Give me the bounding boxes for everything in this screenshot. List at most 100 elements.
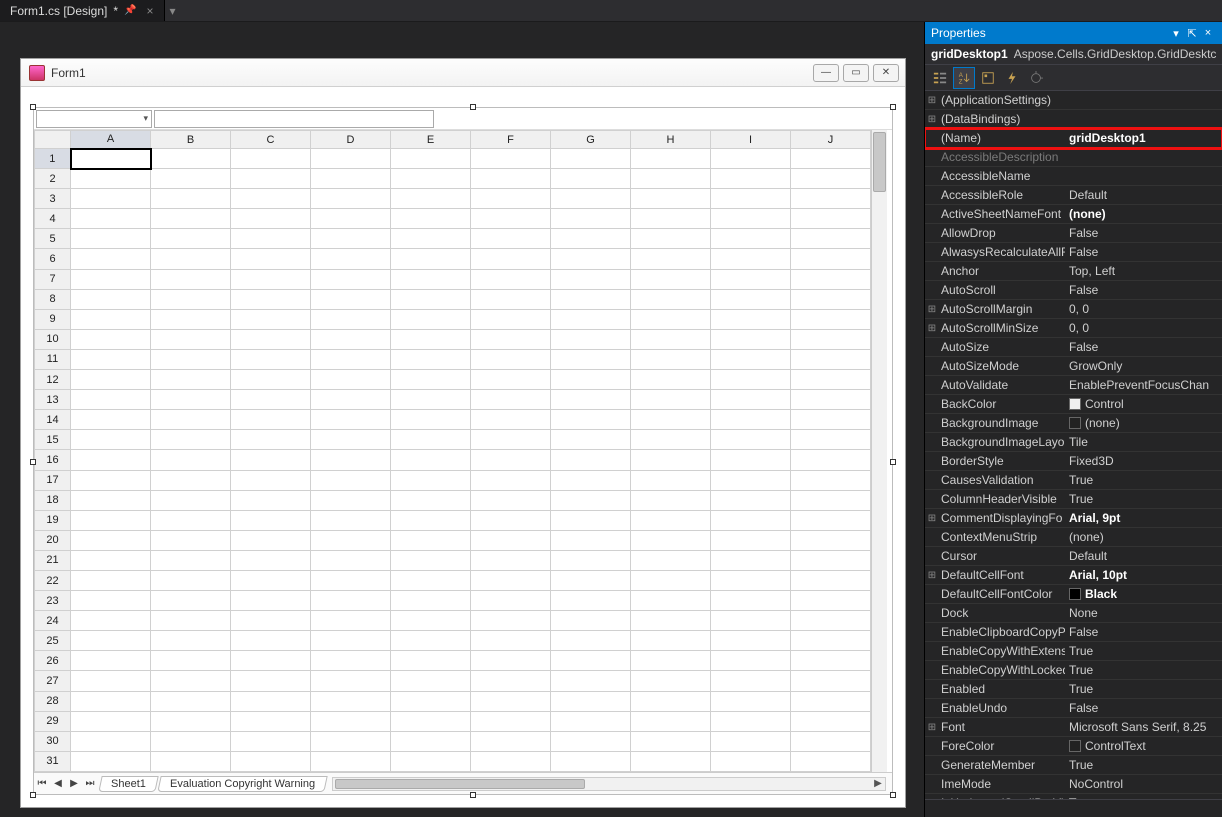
cell[interactable] <box>551 209 631 229</box>
row-header[interactable]: 31 <box>35 751 71 771</box>
cell[interactable] <box>391 631 471 651</box>
expand-toggle[interactable]: ⊞ <box>925 114 939 125</box>
property-value[interactable]: Arial, 10pt <box>1065 568 1222 582</box>
cell[interactable] <box>631 349 711 369</box>
tab-form1-design[interactable]: Form1.cs [Design] * 📌 × <box>0 0 165 21</box>
cell[interactable] <box>711 169 791 189</box>
cell[interactable] <box>551 691 631 711</box>
cell[interactable] <box>631 370 711 390</box>
row-header[interactable]: 1 <box>35 149 71 169</box>
cell[interactable] <box>631 450 711 470</box>
cell[interactable] <box>551 651 631 671</box>
cell[interactable] <box>231 410 311 430</box>
cell[interactable] <box>791 550 871 570</box>
cell[interactable] <box>711 550 791 570</box>
cell[interactable] <box>311 430 391 450</box>
cell[interactable] <box>391 209 471 229</box>
cell[interactable] <box>151 189 231 209</box>
cell[interactable] <box>711 691 791 711</box>
column-header[interactable]: J <box>791 131 871 149</box>
property-row[interactable]: ⊞(DataBindings) <box>925 110 1222 129</box>
cell[interactable] <box>151 309 231 329</box>
cell[interactable] <box>791 470 871 490</box>
property-value[interactable]: True <box>1065 758 1222 772</box>
cell[interactable] <box>311 470 391 490</box>
cell[interactable] <box>391 671 471 691</box>
row-header[interactable]: 12 <box>35 370 71 390</box>
column-header[interactable]: B <box>151 131 231 149</box>
column-header[interactable]: D <box>311 131 391 149</box>
row-header[interactable]: 15 <box>35 430 71 450</box>
cell[interactable] <box>151 390 231 410</box>
cell[interactable] <box>631 229 711 249</box>
cell[interactable] <box>151 631 231 651</box>
cell[interactable] <box>311 731 391 751</box>
row-header[interactable]: 22 <box>35 570 71 590</box>
cell[interactable] <box>311 329 391 349</box>
expand-toggle[interactable]: ⊞ <box>925 95 939 106</box>
cell[interactable] <box>71 410 151 430</box>
property-value[interactable]: Default <box>1065 549 1222 563</box>
object-selector[interactable]: gridDesktop1 Aspose.Cells.GridDesktop.Gr… <box>925 44 1222 65</box>
cell[interactable] <box>71 229 151 249</box>
property-row[interactable]: ForeColorControlText <box>925 737 1222 756</box>
cell[interactable] <box>391 651 471 671</box>
cell[interactable] <box>231 570 311 590</box>
cell[interactable] <box>231 470 311 490</box>
property-row[interactable]: AutoValidateEnablePreventFocusChan <box>925 376 1222 395</box>
cell[interactable] <box>151 591 231 611</box>
cell[interactable] <box>391 470 471 490</box>
cell[interactable] <box>311 631 391 651</box>
property-value[interactable]: True <box>1065 663 1222 677</box>
cell[interactable] <box>551 309 631 329</box>
property-row[interactable]: AllowDropFalse <box>925 224 1222 243</box>
resize-handle[interactable] <box>470 792 476 798</box>
property-row[interactable]: EnableClipboardCopyPFalse <box>925 623 1222 642</box>
property-value[interactable]: False <box>1065 701 1222 715</box>
cell[interactable] <box>391 289 471 309</box>
cell[interactable] <box>231 510 311 530</box>
cell[interactable] <box>231 329 311 349</box>
row-header[interactable]: 8 <box>35 289 71 309</box>
cell[interactable] <box>71 530 151 550</box>
cell[interactable] <box>551 490 631 510</box>
property-row[interactable]: AccessibleName <box>925 167 1222 186</box>
property-row[interactable]: ⊞CommentDisplayingFoArial, 9pt <box>925 509 1222 528</box>
cell[interactable] <box>471 751 551 771</box>
cell[interactable] <box>711 570 791 590</box>
cell[interactable] <box>231 671 311 691</box>
scrollbar-thumb[interactable] <box>873 132 886 192</box>
cell[interactable] <box>631 651 711 671</box>
cell[interactable] <box>71 691 151 711</box>
property-value[interactable]: False <box>1065 283 1222 297</box>
row-header[interactable]: 19 <box>35 510 71 530</box>
maximize-button[interactable]: ▭ <box>843 64 869 82</box>
cell[interactable] <box>231 530 311 550</box>
cell[interactable] <box>151 550 231 570</box>
cell[interactable] <box>391 490 471 510</box>
cell[interactable] <box>471 309 551 329</box>
cell[interactable] <box>311 570 391 590</box>
cell[interactable] <box>391 550 471 570</box>
property-row[interactable]: IsHorizontalScrollBarVisTrue <box>925 794 1222 799</box>
property-value[interactable]: EnablePreventFocusChan <box>1065 378 1222 392</box>
column-header[interactable]: A <box>71 131 151 149</box>
expand-toggle[interactable]: ⊞ <box>925 722 939 733</box>
cell[interactable] <box>391 691 471 711</box>
cell[interactable] <box>151 169 231 189</box>
cell[interactable] <box>551 570 631 590</box>
cell[interactable] <box>311 309 391 329</box>
cell[interactable] <box>551 390 631 410</box>
cell[interactable] <box>71 510 151 530</box>
cell[interactable] <box>551 189 631 209</box>
cell[interactable] <box>71 370 151 390</box>
cell[interactable] <box>391 390 471 410</box>
cell[interactable] <box>471 370 551 390</box>
cell[interactable] <box>471 229 551 249</box>
cell[interactable] <box>711 249 791 269</box>
next-sheet-button[interactable]: ▶ <box>66 776 82 792</box>
cell[interactable] <box>551 450 631 470</box>
cell[interactable] <box>71 189 151 209</box>
cell[interactable] <box>711 671 791 691</box>
cell[interactable] <box>311 370 391 390</box>
